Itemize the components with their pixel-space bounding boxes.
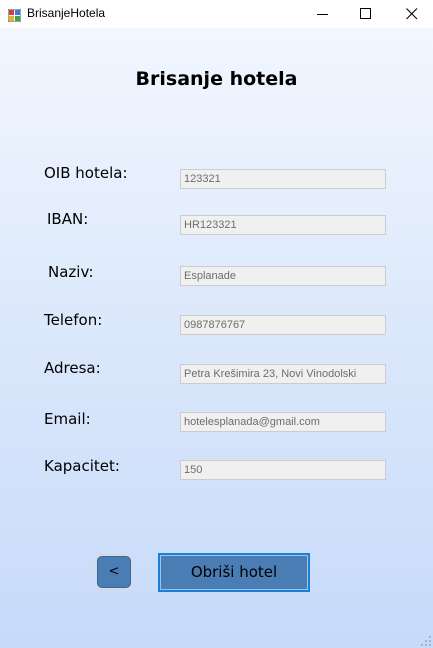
title-bar[interactable]: BrisanjeHotela — [0, 0, 433, 28]
kapacitet-field[interactable] — [180, 460, 386, 480]
email-field[interactable] — [180, 412, 386, 432]
resize-grip-icon[interactable] — [421, 636, 431, 646]
telefon-field[interactable] — [180, 315, 386, 335]
form-client-area: Brisanje hotela OIB hotela: IBAN: Naziv:… — [0, 28, 433, 648]
naziv-label: Naziv: — [48, 263, 94, 281]
minimize-button[interactable] — [300, 0, 346, 28]
naziv-field[interactable] — [180, 266, 386, 286]
telefon-label: Telefon: — [44, 311, 103, 329]
brisanje-hotela-window: BrisanjeHotela Brisanje hotela OIB hotel… — [0, 0, 433, 648]
delete-hotel-button[interactable]: Obriši hotel — [158, 553, 310, 592]
back-button[interactable]: < — [97, 556, 131, 588]
email-label: Email: — [44, 410, 91, 428]
minimize-icon — [317, 14, 328, 15]
winforms-app-icon[interactable] — [7, 7, 22, 23]
window-title: BrisanjeHotela — [27, 6, 106, 20]
page-title: Brisanje hotela — [135, 68, 298, 90]
oib-label: OIB hotela: — [44, 164, 128, 182]
iban-label: IBAN: — [47, 210, 89, 228]
adresa-label: Adresa: — [44, 359, 101, 377]
oib-field[interactable] — [180, 169, 386, 189]
adresa-field[interactable] — [180, 364, 386, 384]
maximize-button[interactable] — [343, 0, 389, 28]
close-icon — [406, 8, 418, 20]
iban-field[interactable] — [180, 215, 386, 235]
maximize-icon — [360, 8, 371, 19]
kapacitet-label: Kapacitet: — [44, 457, 120, 475]
close-button[interactable] — [389, 0, 433, 28]
